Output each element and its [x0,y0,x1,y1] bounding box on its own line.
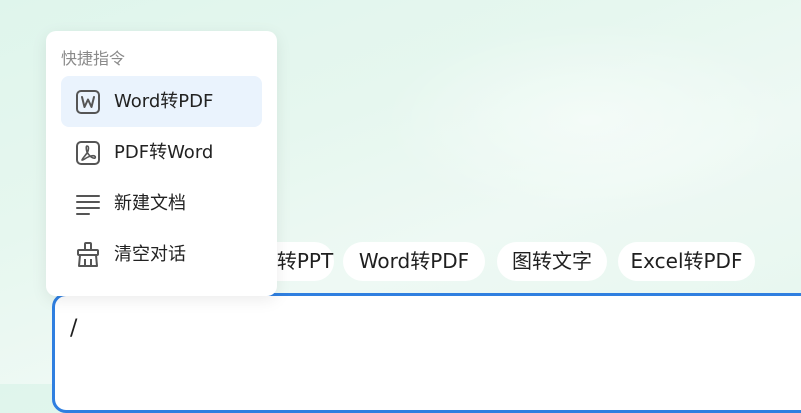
chip-image-to-text[interactable]: 图转文字 [497,242,607,281]
menu-item-label: 新建文档 [114,193,186,214]
chat-input-value: / [70,316,78,341]
clear-conversation-icon [75,242,101,268]
chip-word-to-pdf[interactable]: Word转PDF [343,242,485,281]
popup-title: 快捷指令 [61,49,126,68]
new-document-icon [75,191,101,217]
menu-item-pdf-to-word[interactable]: PDF转Word [61,127,262,178]
menu-item-label: 清空对话 [114,244,186,265]
menu-item-label: Word转PDF [114,91,214,112]
menu-item-label: PDF转Word [114,142,214,163]
chip-label: 转PPT [276,249,334,273]
chat-input[interactable]: / [52,293,801,413]
menu-item-clear-conversation[interactable]: 清空对话 [61,229,262,280]
pdf-icon [75,140,101,166]
chip-label: 图转文字 [512,249,592,273]
background-glow [380,20,800,220]
chip-label: Excel转PDF [630,249,743,273]
chip-label: Word转PDF [358,249,470,273]
word-icon [75,89,101,115]
menu-item-new-document[interactable]: 新建文档 [61,178,262,229]
menu-item-word-to-pdf[interactable]: Word转PDF [61,76,262,127]
chip-excel-to-pdf[interactable]: Excel转PDF [618,242,755,281]
quick-command-popup: 快捷指令 Word转PDF PDF转Word 新建文档 清空对话 [46,31,277,296]
